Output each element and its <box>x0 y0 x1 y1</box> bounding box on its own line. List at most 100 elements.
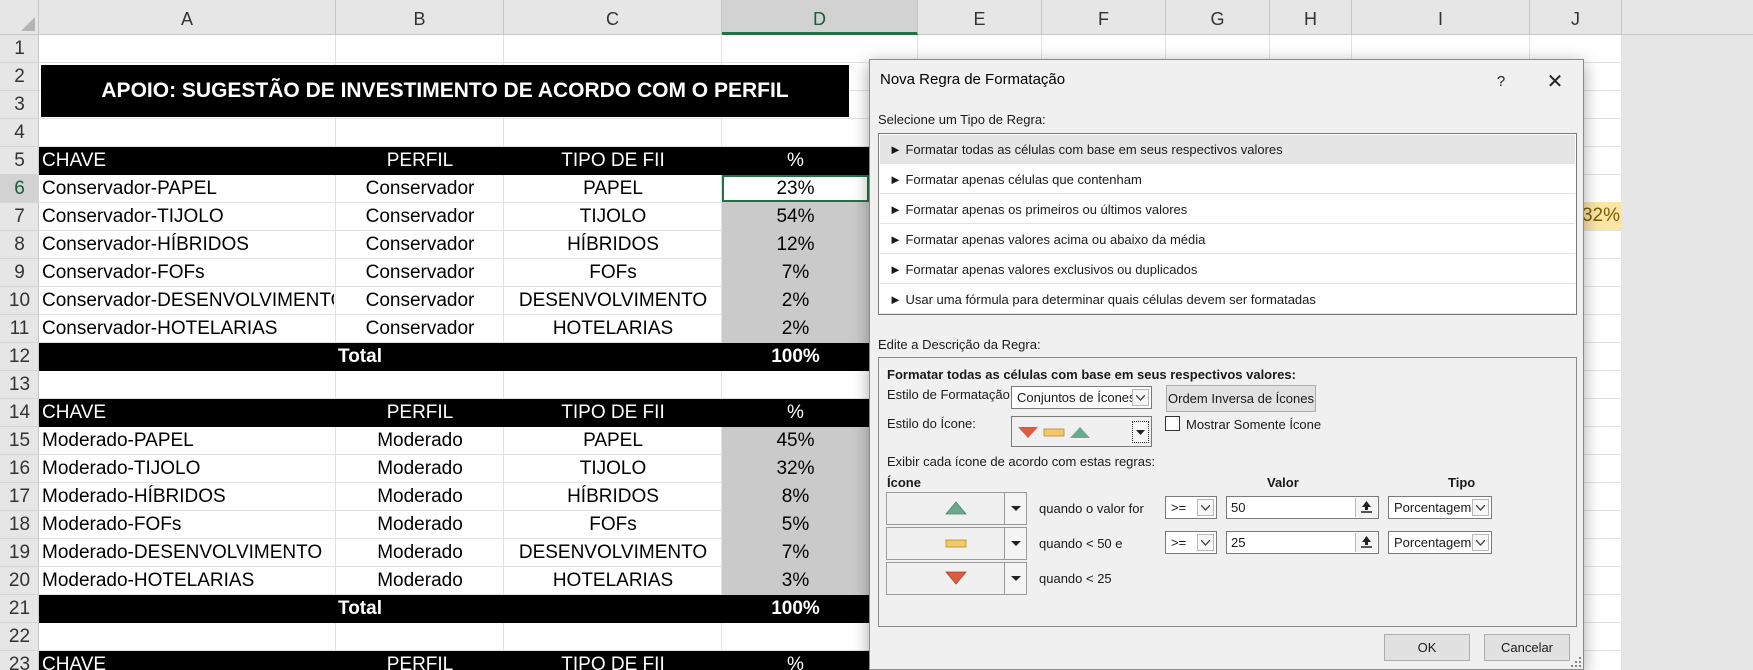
cell-chave[interactable]: Moderado-PAPEL <box>42 427 334 455</box>
row-header-3[interactable]: 3 <box>0 91 39 119</box>
header-perfil[interactable]: PERFIL <box>336 399 504 427</box>
row-header-16[interactable]: 16 <box>0 455 39 483</box>
row-header-10[interactable]: 10 <box>0 287 39 315</box>
row-header-20[interactable]: 20 <box>0 567 39 595</box>
rule-type-item[interactable]: ► Formatar apenas valores exclusivos ou … <box>880 255 1575 284</box>
cell-perfil[interactable]: Conservador <box>336 287 504 315</box>
row-header-5[interactable]: 5 <box>0 147 39 175</box>
cell-perfil[interactable]: Conservador <box>336 259 504 287</box>
total-label[interactable]: Total <box>290 343 430 371</box>
cell-percent[interactable]: 7% <box>722 259 869 287</box>
column-header-j[interactable]: J <box>1530 0 1622 35</box>
row-header-8[interactable]: 8 <box>0 231 39 259</box>
cell-percent[interactable]: 54% <box>722 203 869 231</box>
cell-chave[interactable]: Conservador-PAPEL <box>42 175 334 203</box>
column-header-c[interactable]: C <box>504 0 722 35</box>
header-tipo[interactable]: TIPO DE FII <box>504 651 722 670</box>
total-value[interactable]: 100% <box>722 343 869 371</box>
cell-perfil[interactable]: Conservador <box>336 231 504 259</box>
row-header-2[interactable]: 2 <box>0 63 39 91</box>
row-header-21[interactable]: 21 <box>0 595 39 623</box>
cell-perfil[interactable]: Moderado <box>336 567 504 595</box>
help-button[interactable]: ? <box>1488 69 1514 95</box>
cell-chave[interactable]: Moderado-TIJOLO <box>42 455 334 483</box>
cell-tipo[interactable]: PAPEL <box>504 175 722 203</box>
cell-chave[interactable]: Moderado-DESENVOLVIMENTO <box>42 539 334 567</box>
header-perfil[interactable]: PERFIL <box>336 651 504 670</box>
header-pct[interactable]: % <box>722 147 869 175</box>
row-header-18[interactable]: 18 <box>0 511 39 539</box>
cell-chave[interactable]: Moderado-HOTELARIAS <box>42 567 334 595</box>
cell-percent[interactable]: 5% <box>722 511 869 539</box>
collapse-dialog-icon[interactable] <box>1355 498 1377 517</box>
cell-percent[interactable]: 3% <box>722 567 869 595</box>
cell-perfil[interactable]: Conservador <box>336 203 504 231</box>
cell-tipo[interactable]: HOTELARIAS <box>504 567 722 595</box>
cell-percent[interactable]: 2% <box>722 287 869 315</box>
rule-type-item[interactable]: ► Formatar apenas células que contenham <box>880 165 1575 194</box>
header-chave[interactable]: CHAVE <box>42 651 334 670</box>
cell-perfil[interactable]: Moderado <box>336 455 504 483</box>
column-header-h[interactable]: H <box>1270 0 1352 35</box>
cancel-button[interactable]: Cancelar <box>1484 634 1570 661</box>
type-select[interactable]: Porcentagem <box>1388 531 1492 554</box>
cell-perfil[interactable]: Moderado <box>336 539 504 567</box>
column-header-f[interactable]: F <box>1042 0 1166 35</box>
cell-tipo[interactable]: DESENVOLVIMENTO <box>504 287 722 315</box>
header-tipo[interactable]: TIPO DE FII <box>504 399 722 427</box>
icon-style-select[interactable] <box>1011 416 1152 447</box>
row-header-4[interactable]: 4 <box>0 119 39 147</box>
cell-chave[interactable]: Conservador-HOTELARIAS <box>42 315 334 343</box>
row-header-11[interactable]: 11 <box>0 315 39 343</box>
cell-perfil[interactable]: Moderado <box>336 483 504 511</box>
cell-tipo[interactable]: TIJOLO <box>504 203 722 231</box>
cell-percent[interactable]: 23% <box>722 175 869 203</box>
cell-tipo[interactable]: PAPEL <box>504 427 722 455</box>
cell-tipo[interactable]: TIJOLO <box>504 455 722 483</box>
cell-percent[interactable]: 45% <box>722 427 869 455</box>
rule-type-item[interactable]: ► Formatar todas as células com base em … <box>880 135 1575 164</box>
resize-grip-icon[interactable] <box>1571 657 1581 667</box>
cell-chave[interactable]: Conservador-HÍBRIDOS <box>42 231 334 259</box>
ok-button[interactable]: OK <box>1384 634 1470 661</box>
header-pct[interactable]: % <box>722 399 869 427</box>
column-header-e[interactable]: E <box>918 0 1042 35</box>
cell-tipo[interactable]: HOTELARIAS <box>504 315 722 343</box>
cell-tipo[interactable]: DESENVOLVIMENTO <box>504 539 722 567</box>
cell-perfil[interactable]: Moderado <box>336 427 504 455</box>
cell-perfil[interactable]: Conservador <box>336 315 504 343</box>
reverse-icon-order-button[interactable]: Ordem Inversa de Ícones <box>1166 385 1316 412</box>
rule-type-item[interactable]: ► Usar uma fórmula para determinar quais… <box>880 285 1575 314</box>
operator-select[interactable]: >= <box>1165 531 1217 554</box>
row-header-23[interactable]: 23 <box>0 651 39 670</box>
row-header-9[interactable]: 9 <box>0 259 39 287</box>
row-header-7[interactable]: 7 <box>0 203 39 231</box>
total-label[interactable]: Total <box>290 595 430 623</box>
column-header-g[interactable]: G <box>1166 0 1270 35</box>
header-tipo[interactable]: TIPO DE FII <box>504 147 722 175</box>
row-header-22[interactable]: 22 <box>0 623 39 651</box>
cell-chave[interactable]: Conservador-FOFs <box>42 259 334 287</box>
icon-select[interactable] <box>886 527 1027 560</box>
cell-chave[interactable]: Moderado-FOFs <box>42 511 334 539</box>
operator-select[interactable]: >= <box>1165 496 1217 519</box>
close-button[interactable]: ✕ <box>1540 68 1570 96</box>
cell-percent[interactable]: 12% <box>722 231 869 259</box>
row-header-15[interactable]: 15 <box>0 427 39 455</box>
value-field[interactable]: 50 <box>1226 496 1379 519</box>
column-header-i[interactable]: I <box>1352 0 1530 35</box>
cell-chave[interactable]: Moderado-HÍBRIDOS <box>42 483 334 511</box>
total-value[interactable]: 100% <box>722 595 869 623</box>
column-header-b[interactable]: B <box>336 0 504 35</box>
header-pct[interactable]: % <box>722 651 869 670</box>
row-header-13[interactable]: 13 <box>0 371 39 399</box>
header-chave[interactable]: CHAVE <box>42 399 334 427</box>
cell-percent[interactable]: 32% <box>722 455 869 483</box>
row-header-1[interactable]: 1 <box>0 35 39 63</box>
cell-tipo[interactable]: HÍBRIDOS <box>504 483 722 511</box>
format-style-select[interactable]: Conjuntos de Ícones <box>1011 386 1152 409</box>
show-icon-only-checkbox[interactable] <box>1165 416 1180 431</box>
cell-tipo[interactable]: FOFs <box>504 259 722 287</box>
row-header-17[interactable]: 17 <box>0 483 39 511</box>
row-header-14[interactable]: 14 <box>0 399 39 427</box>
